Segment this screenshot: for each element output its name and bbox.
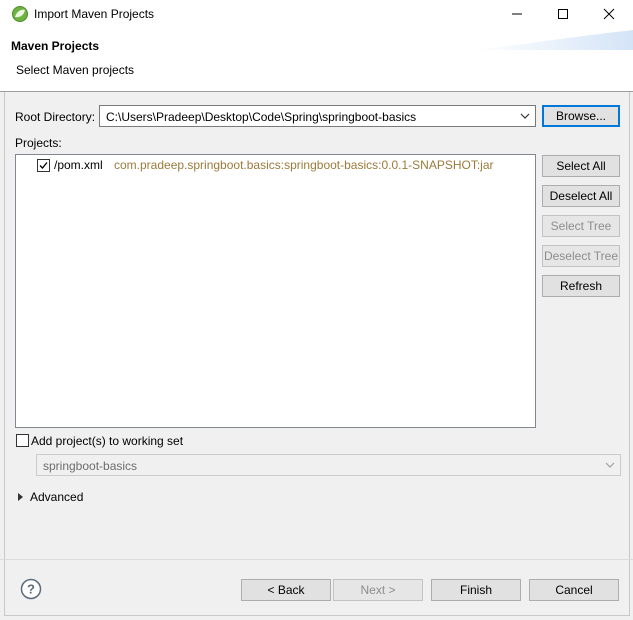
select-all-button[interactable]: Select All [542,155,620,177]
working-set-value: springboot-basics [43,459,138,473]
wizard-subtitle: Select Maven projects [16,63,135,77]
root-directory-label: Root Directory: [15,110,96,124]
chevron-down-icon [520,113,530,119]
header-decoration [473,30,633,50]
root-directory-value: C:\Users\Pradeep\Desktop\Code\Spring\spr… [106,110,417,124]
minimize-button[interactable] [494,0,540,28]
advanced-toggle[interactable]: Advanced [16,489,106,505]
wizard-title: Maven Projects [11,39,100,53]
project-name: /pom.xml [54,158,103,172]
projects-label: Projects: [15,136,62,150]
list-item[interactable]: /pom.xml com.pradeep.springboot.basics:s… [16,155,535,175]
window-title: Import Maven Projects [34,7,155,21]
project-checkbox[interactable] [37,159,50,172]
deselect-all-button[interactable]: Deselect All [542,185,620,207]
divider [0,559,633,560]
working-set-combo[interactable]: springboot-basics [36,454,621,476]
root-directory-combo[interactable]: C:\Users\Pradeep\Desktop\Code\Spring\spr… [99,105,536,127]
maximize-icon [558,9,568,19]
projects-tree[interactable]: /pom.xml com.pradeep.springboot.basics:s… [15,154,536,428]
maximize-button[interactable] [540,0,586,28]
eclipse-spring-icon [12,6,28,22]
working-set-label: Add project(s) to working set [31,434,184,448]
project-id: com.pradeep.springboot.basics:springboot… [114,158,494,172]
select-tree-button[interactable]: Select Tree [542,215,620,237]
svg-text:?: ? [27,582,35,597]
refresh-button[interactable]: Refresh [542,275,620,297]
wizard-header: Maven Projects Select Maven projects [0,28,633,92]
chevron-down-icon [605,462,615,468]
divider [4,615,630,616]
help-icon[interactable]: ? [20,578,42,600]
minimize-icon [512,13,522,15]
cancel-button[interactable]: Cancel [529,579,619,601]
back-button[interactable]: < Back [241,579,331,601]
deselect-tree-button[interactable]: Deselect Tree [542,245,620,267]
next-button[interactable]: Next > [333,579,423,601]
divider [629,92,630,616]
finish-button[interactable]: Finish [431,579,521,601]
advanced-label: Advanced [30,490,84,504]
close-icon [603,8,615,20]
browse-button[interactable]: Browse... [542,105,620,127]
chevron-right-icon [18,493,23,501]
divider [4,92,5,616]
checkmark-icon [39,162,48,169]
title-bar: Import Maven Projects [0,0,633,28]
working-set-checkbox[interactable] [16,434,29,447]
close-button[interactable] [586,0,632,28]
